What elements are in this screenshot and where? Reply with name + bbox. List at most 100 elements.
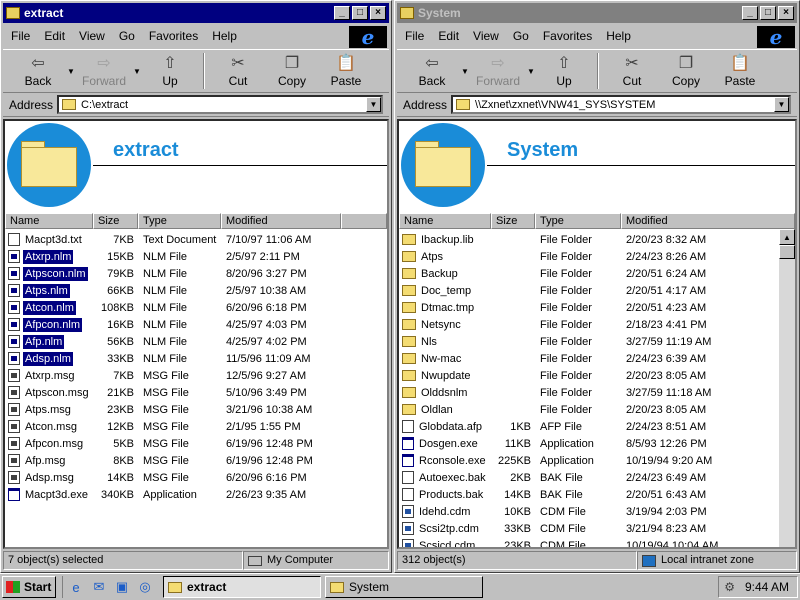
file-row[interactable]: Atxrp.msg 7KB MSG File 12/5/96 9:27 AM [5,367,387,384]
column-header-modified[interactable]: Modified [221,213,341,229]
address-input[interactable]: C:\extract ▼ [57,95,383,114]
menu-edit[interactable]: Edit [44,29,65,43]
file-row[interactable]: Adsp.msg 14KB MSG File 6/20/96 6:16 PM [5,469,387,486]
forward-button[interactable]: ⇨ Forward [77,50,131,92]
file-row[interactable]: Afp.msg 8KB MSG File 6/19/96 12:48 PM [5,452,387,469]
copy-button[interactable]: ❐ Copy [265,50,319,92]
network-tray-icon[interactable]: ⚙ [724,580,735,594]
file-row[interactable]: Doc_temp File Folder 2/20/51 4:17 AM [399,282,795,299]
up-button[interactable]: ⇧ Up [143,50,197,92]
back-dropdown[interactable]: ▼ [65,50,77,92]
file-list-pane[interactable]: System Name Size Type Modified Ibackup.l… [397,119,797,549]
file-row[interactable]: Dosgen.exe 11KB Application 8/5/93 12:26 PM [399,435,795,452]
task-button-extract[interactable]: extract [163,576,321,598]
address-input[interactable]: \\Zxnet\zxnet\VNW41_SYS\SYSTEM ▼ [451,95,791,114]
back-dropdown[interactable]: ▼ [459,50,471,92]
menu-help[interactable]: Help [606,29,631,43]
file-row[interactable]: Olddsnlm File Folder 3/27/59 11:18 AM [399,384,795,401]
file-row[interactable]: Autoexec.bak 2KB BAK File 2/24/23 6:49 AM [399,469,795,486]
close-button[interactable]: × [778,6,794,20]
menu-go[interactable]: Go [513,29,529,43]
file-name: Products.bak [419,488,484,501]
paste-button[interactable]: 📋 Paste [319,50,373,92]
folder-file-icon [402,234,416,245]
file-row[interactable]: Atps.nlm 66KB NLM File 2/5/97 10:38 AM [5,282,387,299]
file-row[interactable]: Macpt3d.exe 340KB Application 2/26/23 9:35 … [5,486,387,503]
forward-dropdown[interactable]: ▼ [131,50,143,92]
vertical-scrollbar[interactable]: ▲ [779,229,795,547]
forward-dropdown[interactable]: ▼ [525,50,537,92]
file-row[interactable]: Atps.msg 23KB MSG File 3/21/96 10:38 AM [5,401,387,418]
file-row[interactable]: Nwupdate File Folder 2/20/23 8:05 AM [399,367,795,384]
menu-view[interactable]: View [473,29,499,43]
file-row[interactable]: Afpcon.nlm 16KB NLM File 4/25/97 4:03 PM [5,316,387,333]
file-row[interactable]: Atxrp.nlm 15KB NLM File 2/5/97 2:11 PM [5,248,387,265]
maximize-button[interactable]: □ [760,6,776,20]
outlook-express-icon[interactable]: ✉ [90,578,108,596]
file-row[interactable]: Macpt3d.txt 7KB Text Document 7/10/97 11:06… [5,231,387,248]
channels-icon[interactable]: ◎ [136,578,154,596]
back-button[interactable]: ⇦ Back [405,50,459,92]
explorer-window-system[interactable]: System _ □ × File Edit View Go Favorites… [394,0,800,573]
menu-favorites[interactable]: Favorites [543,29,592,43]
file-row[interactable]: Netsync File Folder 2/18/23 4:41 PM [399,316,795,333]
start-button[interactable]: Start [2,576,56,598]
file-row[interactable]: Afpcon.msg 5KB MSG File 6/19/96 12:48 PM [5,435,387,452]
title-bar[interactable]: extract _ □ × [3,3,389,23]
file-row[interactable]: Scsicd.cdm 23KB CDM File 10/19/94 10:04 AM [399,537,795,547]
file-row[interactable]: Products.bak 14KB BAK File 2/20/51 6:43 AM [399,486,795,503]
show-desktop-icon[interactable]: ▣ [113,578,131,596]
file-list-pane[interactable]: extract Name Size Type Modified Macpt3d.… [3,119,389,549]
file-row[interactable]: Idehd.cdm 10KB CDM File 3/19/94 2:03 PM [399,503,795,520]
column-header-type[interactable]: Type [138,213,221,229]
forward-button[interactable]: ⇨ Forward [471,50,525,92]
menu-file[interactable]: File [11,29,30,43]
cut-button[interactable]: ✂ Cut [211,50,265,92]
cut-button[interactable]: ✂ Cut [605,50,659,92]
title-bar[interactable]: System _ □ × [397,3,797,23]
file-row[interactable]: Nls File Folder 3/27/59 11:19 AM [399,333,795,350]
minimize-button[interactable]: _ [334,6,350,20]
menu-go[interactable]: Go [119,29,135,43]
column-header-modified[interactable]: Modified [621,213,795,229]
file-row[interactable]: Ibackup.lib File Folder 2/20/23 8:32 AM [399,231,795,248]
explorer-window-extract[interactable]: extract _ □ × File Edit View Go Favorite… [0,0,392,573]
file-row[interactable]: Afp.nlm 56KB NLM File 4/25/97 4:02 PM [5,333,387,350]
file-row[interactable]: Atps File Folder 2/24/23 8:26 AM [399,248,795,265]
close-button[interactable]: × [370,6,386,20]
menu-edit[interactable]: Edit [438,29,459,43]
file-row[interactable]: Globdata.afp 1KB AFP File 2/24/23 8:51 AM [399,418,795,435]
file-row[interactable]: Dtmac.tmp File Folder 2/20/51 4:23 AM [399,299,795,316]
file-row[interactable]: Oldlan File Folder 2/20/23 8:05 AM [399,401,795,418]
paste-button[interactable]: 📋 Paste [713,50,767,92]
file-row[interactable]: Backup File Folder 2/20/51 6:24 AM [399,265,795,282]
menu-help[interactable]: Help [212,29,237,43]
column-header-size[interactable]: Size [93,213,138,229]
copy-button[interactable]: ❐ Copy [659,50,713,92]
address-dropdown-button[interactable]: ▼ [774,97,789,112]
back-button[interactable]: ⇦ Back [11,50,65,92]
menu-view[interactable]: View [79,29,105,43]
file-row[interactable]: Atpscon.nlm 79KB NLM File 8/20/96 3:27 PM [5,265,387,282]
ie-browser-icon[interactable]: e [67,578,85,596]
column-header-size[interactable]: Size [491,213,535,229]
up-button[interactable]: ⇧ Up [537,50,591,92]
column-header-name[interactable]: Name [399,213,491,229]
column-header-name[interactable]: Name [5,213,93,229]
scroll-thumb[interactable] [779,245,795,259]
file-row[interactable]: Atpscon.msg 21KB MSG File 5/10/96 3:49 PM [5,384,387,401]
menu-favorites[interactable]: Favorites [149,29,198,43]
file-row[interactable]: Scsi2tp.cdm 33KB CDM File 3/21/94 8:23 AM [399,520,795,537]
maximize-button[interactable]: □ [352,6,368,20]
menu-file[interactable]: File [405,29,424,43]
task-button-system[interactable]: System [325,576,483,598]
address-dropdown-button[interactable]: ▼ [366,97,381,112]
file-row[interactable]: Atcon.nlm 108KB NLM File 6/20/96 6:18 PM [5,299,387,316]
file-row[interactable]: Rconsole.exe 225KB Application 10/19/94 9:2… [399,452,795,469]
column-header-type[interactable]: Type [535,213,621,229]
minimize-button[interactable]: _ [742,6,758,20]
scroll-up-button[interactable]: ▲ [779,229,795,245]
file-row[interactable]: Adsp.nlm 33KB NLM File 11/5/96 11:09 AM [5,350,387,367]
file-row[interactable]: Atcon.msg 12KB MSG File 2/1/95 1:55 PM [5,418,387,435]
file-row[interactable]: Nw-mac File Folder 2/24/23 6:39 AM [399,350,795,367]
